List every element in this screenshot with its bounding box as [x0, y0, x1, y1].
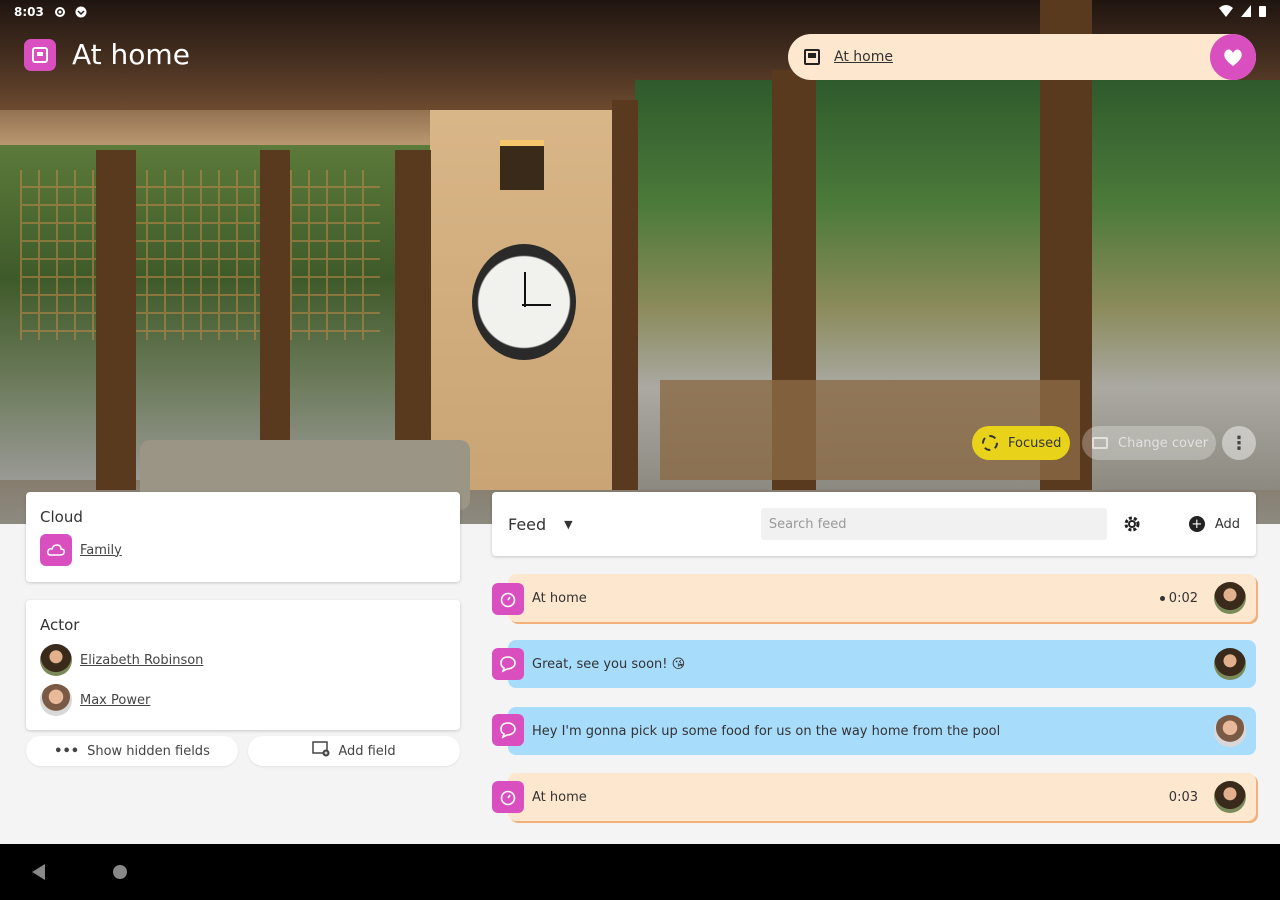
- change-cover-label: Change cover: [1118, 435, 1209, 451]
- cloud-card: Cloud Family: [26, 492, 460, 582]
- gear-icon[interactable]: [1121, 513, 1143, 535]
- add-field-button[interactable]: Add field: [248, 736, 460, 766]
- home-icon[interactable]: [24, 38, 56, 71]
- more-options-button[interactable]: ⋮: [1222, 426, 1256, 460]
- avatar: [1214, 648, 1246, 680]
- avatar: [40, 644, 72, 676]
- chat-icon: [492, 648, 524, 680]
- page-title: At home: [72, 38, 190, 71]
- feed-item-message[interactable]: Great, see you soon! 😘: [508, 640, 1256, 688]
- feed-item-location[interactable]: At home 0:02: [508, 574, 1256, 622]
- add-field-icon: [312, 741, 330, 761]
- show-hidden-fields-button[interactable]: ••• Show hidden fields: [26, 736, 238, 766]
- unread-dot: [1159, 595, 1165, 601]
- context-pill[interactable]: At home: [788, 34, 1256, 80]
- actor-link[interactable]: Elizabeth Robinson: [80, 653, 203, 668]
- battery-icon: [1259, 5, 1266, 20]
- show-hidden-fields-label: Show hidden fields: [87, 743, 210, 759]
- change-cover-chip[interactable]: Change cover: [1082, 426, 1216, 460]
- focus-icon: [982, 435, 998, 451]
- chat-icon: [492, 714, 524, 746]
- back-icon[interactable]: [32, 864, 45, 880]
- context-pill-label[interactable]: At home: [834, 49, 893, 65]
- feed-item-message[interactable]: Hey I'm gonna pick up some food for us o…: [508, 707, 1256, 755]
- timer-icon: [492, 583, 524, 615]
- feed-item-text: Great, see you soon! 😘: [532, 656, 686, 672]
- avatar: [1214, 582, 1246, 614]
- focused-chip-label: Focused: [1008, 435, 1062, 451]
- feed-header: Feed ▼ + Add: [492, 492, 1256, 556]
- feed-item-time: 0:03: [1168, 789, 1198, 805]
- cloud-card-title: Cloud: [40, 508, 83, 526]
- feed-item-text: Hey I'm gonna pick up some food for us o…: [532, 723, 1001, 739]
- feed-add-label: Add: [1214, 516, 1240, 532]
- feed-add-button[interactable]: + Add: [1188, 516, 1240, 532]
- status-time: 8:03: [14, 5, 44, 19]
- system-nav-bar: [0, 844, 1280, 900]
- place-icon: [804, 49, 820, 65]
- actor-link[interactable]: Max Power: [80, 693, 150, 708]
- more-vert-icon: ⋮: [1230, 432, 1248, 454]
- timer-icon: [492, 781, 524, 813]
- cloud-icon: [40, 534, 72, 566]
- feed-item-text: At home: [532, 590, 587, 606]
- feed-item-time: 0:02: [1159, 591, 1198, 606]
- feed-item-text: At home: [532, 789, 587, 805]
- add-circle-icon: +: [1188, 516, 1205, 532]
- actor-card-title: Actor: [40, 616, 80, 634]
- shield-status-icon: [75, 6, 88, 19]
- focused-chip[interactable]: Focused: [972, 426, 1070, 460]
- avatar: [1214, 715, 1246, 747]
- more-horiz-icon: •••: [54, 743, 80, 759]
- wifi-icon: [1219, 4, 1233, 20]
- heart-fab-button[interactable]: [1210, 34, 1256, 80]
- app-header: At home: [24, 38, 190, 71]
- cloud-family-link[interactable]: Family: [80, 543, 122, 558]
- status-bar: 8:03: [0, 0, 1280, 24]
- camera-icon: [1092, 437, 1108, 449]
- actor-card: Actor Elizabeth Robinson Max Power: [26, 600, 460, 730]
- signal-icon: [1241, 4, 1251, 20]
- feed-title[interactable]: Feed: [508, 515, 546, 534]
- avatar: [40, 684, 72, 716]
- add-field-label: Add field: [338, 743, 396, 759]
- chevron-down-icon[interactable]: ▼: [564, 518, 572, 531]
- feed-item-location[interactable]: At home 0:03: [508, 773, 1256, 821]
- settings-status-icon: [54, 6, 67, 19]
- home-nav-icon[interactable]: [113, 865, 127, 879]
- heart-icon: [1224, 49, 1242, 66]
- avatar: [1214, 781, 1246, 813]
- feed-search-input[interactable]: [760, 508, 1107, 540]
